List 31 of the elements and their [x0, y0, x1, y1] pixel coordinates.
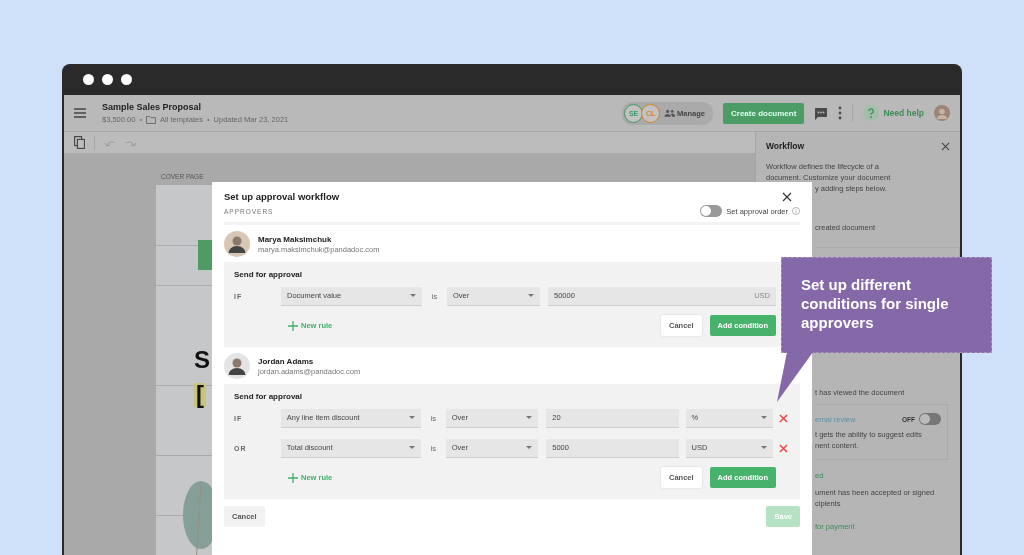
approver-avatar: [224, 353, 250, 379]
people-icon: [664, 109, 676, 117]
approver-name: Marya Maksimchuk: [258, 234, 333, 244]
copy-icon[interactable]: [74, 136, 85, 149]
review-toggle[interactable]: [919, 413, 941, 425]
window-dot-icon: [102, 74, 113, 85]
plus-icon: [288, 472, 298, 483]
more-icon[interactable]: [838, 106, 843, 120]
heading-fragment: [: [194, 383, 206, 407]
delete-icon[interactable]: [779, 443, 788, 453]
document-title: Sample Sales Proposal: [102, 102, 203, 112]
chat-icon[interactable]: [814, 106, 829, 120]
approver-avatar: [224, 231, 250, 257]
dialog-title: Set up approval workflow: [224, 191, 340, 202]
delete-icon[interactable]: [779, 413, 788, 423]
window-dot-icon: [121, 74, 132, 85]
folder-icon: [146, 115, 156, 124]
menu-icon[interactable]: [74, 108, 86, 118]
condition-title: Send for approval: [234, 270, 303, 279]
plus-icon: [288, 320, 298, 331]
panel-title: Workflow: [766, 141, 805, 151]
info-icon[interactable]: [792, 207, 800, 215]
callout-text: Set up different conditions for single approvers: [801, 275, 950, 332]
approval-order-toggle[interactable]: [700, 205, 723, 217]
approver-name: Jordan Adams: [258, 356, 315, 366]
close-icon[interactable]: [782, 191, 792, 202]
help-icon[interactable]: [863, 105, 880, 121]
condition-title: Send for approval: [234, 392, 303, 401]
heading-fragment: S: [194, 348, 210, 372]
user-avatar[interactable]: [934, 105, 950, 121]
window-dot-icon: [83, 74, 94, 85]
